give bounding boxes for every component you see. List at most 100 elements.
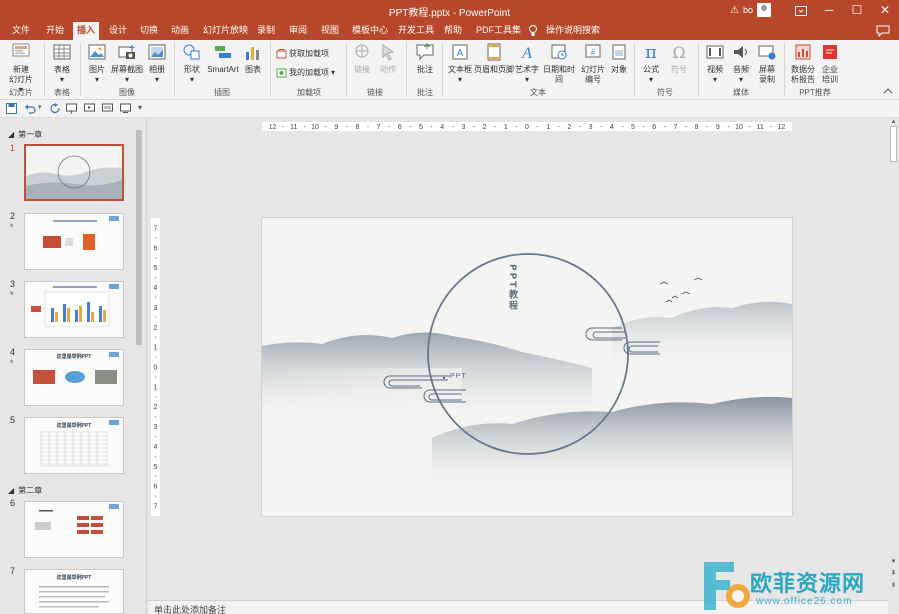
picture-button[interactable]: 图片 ▾ <box>84 42 110 85</box>
slide-thumbnail-3[interactable] <box>24 281 124 338</box>
tab-design[interactable]: 设计 <box>105 22 131 40</box>
data-report-button[interactable]: 数据分 析报告 <box>788 42 818 85</box>
warning-icon[interactable]: ⚠ <box>730 5 739 16</box>
current-slide[interactable]: PPT教程 PPT <box>262 218 792 516</box>
start-slideshow-icon[interactable] <box>66 103 78 115</box>
ribbon-tabs: 文件 开始 插入 设计 切换 动画 幻灯片放映 录制 审阅 视图 模板中心 开发… <box>0 22 899 40</box>
tab-developer[interactable]: 开发工具 <box>394 22 438 40</box>
slide-bullet-label[interactable]: PPT <box>450 373 467 380</box>
customize-qat-icon[interactable]: ▾ <box>138 103 150 115</box>
notes-placeholder[interactable]: 单击此处添加备注 <box>154 605 226 614</box>
undo-icon[interactable] <box>24 103 36 115</box>
minimize-button[interactable]: ─ <box>815 0 843 22</box>
screen-recording-button[interactable]: 屏幕 录制 <box>754 42 780 85</box>
screenshot-button[interactable]: 屏幕截图 ▾ <box>110 42 144 85</box>
tab-view[interactable]: 视图 <box>317 22 343 40</box>
ruler-tick-label: 10 <box>311 124 319 131</box>
scroll-up-arrow-icon[interactable]: ▴ <box>889 118 898 126</box>
slide-number-icon: # <box>585 44 601 58</box>
section-header-chapter2[interactable]: ◢ 第二章 <box>8 485 42 496</box>
tab-insert[interactable]: 插入 <box>73 22 100 40</box>
comments-pane-icon[interactable] <box>872 23 894 39</box>
video-button[interactable]: 视频 ▾ <box>702 42 728 85</box>
album-button[interactable]: 相册 ▾ <box>144 42 170 85</box>
tab-help[interactable]: 帮助 <box>440 22 466 40</box>
section-collapse-icon[interactable]: ◢ <box>8 486 14 495</box>
office26-logo-icon <box>704 562 750 610</box>
date-time-button[interactable]: 日期和时间 <box>540 42 578 85</box>
maximize-button[interactable]: ☐ <box>843 0 871 22</box>
editor-vertical-scrollbar[interactable]: ▴ ▾ ⇞ ⇟ <box>888 118 899 600</box>
vertical-ruler: 7 6 5 4 3 2 1 0 1 2 3 4 5 6 7 <box>151 218 160 516</box>
link-button[interactable]: 链接 <box>350 42 374 75</box>
ruler-tick-label: 1 <box>504 124 508 131</box>
ruler-tick-label: 9 <box>716 124 720 131</box>
get-addins-button[interactable]: 获取加载项 <box>276 48 329 59</box>
lightbulb-icon[interactable] <box>528 24 540 38</box>
screen-icon[interactable] <box>120 103 132 115</box>
close-button[interactable]: ✕ <box>871 0 899 22</box>
section-collapse-icon[interactable]: ◢ <box>8 130 14 139</box>
tab-animations[interactable]: 动画 <box>167 22 193 40</box>
symbol-button[interactable]: Ω 符号 <box>666 42 692 75</box>
slide-thumbnail-7[interactable]: 这里是举例PPT <box>24 569 124 614</box>
ruler-tick-label: 6 <box>154 484 158 491</box>
slide-thumbnail-1[interactable] <box>24 144 124 201</box>
picture-icon <box>88 44 106 60</box>
ruler-tick-label: 7 <box>154 504 158 511</box>
textbox-button[interactable]: A 文本框 ▾ <box>446 42 474 85</box>
training-button[interactable]: 企业 培训 <box>818 42 842 85</box>
undo-dropdown-icon[interactable]: ▾ <box>38 103 44 115</box>
chart-button[interactable]: 图表 <box>240 42 266 75</box>
ruler-tick-label: 5 <box>631 124 635 131</box>
user-name[interactable]: bo <box>743 5 753 15</box>
redo-icon[interactable] <box>50 103 62 115</box>
slide-vertical-title[interactable]: PPT教程 <box>506 264 519 311</box>
group-label-slides: 幻灯片 <box>9 88 33 97</box>
slide-thumbnail-6[interactable] <box>24 501 124 558</box>
ribbon-display-options-icon[interactable] <box>787 0 815 22</box>
object-button[interactable]: 对象 <box>608 42 630 75</box>
tab-slideshow[interactable]: 幻灯片放映 <box>199 22 252 40</box>
thumb-text-lines <box>39 586 109 608</box>
collapse-ribbon-icon[interactable] <box>882 86 894 96</box>
scrollbar-thumb[interactable] <box>890 126 897 162</box>
ruler-tick-label: 1 <box>546 124 550 131</box>
table-icon <box>53 44 71 60</box>
slide-thumbnail-5[interactable]: 这里是举例PPT <box>24 417 124 474</box>
slide-thumbnail-2[interactable] <box>24 213 124 270</box>
ruler-tick-label: 8 <box>355 124 359 131</box>
table-button[interactable]: 表格 ▾ <box>48 42 76 85</box>
slide-number-label-1: 幻灯片 <box>581 65 605 74</box>
from-beginning-icon[interactable] <box>84 103 96 115</box>
tab-review[interactable]: 审阅 <box>285 22 311 40</box>
ruler-tick-label: 12 <box>269 124 277 131</box>
watermark-brand: 欧菲资源网 <box>750 572 866 597</box>
user-area[interactable]: ⚠ bo <box>730 3 771 17</box>
tab-template-center[interactable]: 模板中心 <box>348 22 392 40</box>
shape-button[interactable]: 形状 ▾ <box>178 42 206 85</box>
tab-pdf-tools[interactable]: PDF工具集 <box>472 22 525 40</box>
scrollbar-thumb[interactable] <box>136 130 142 345</box>
section-header-chapter1[interactable]: ◢ 第一章 <box>8 129 42 140</box>
save-icon[interactable] <box>6 103 18 115</box>
smartart-button[interactable]: SmartArt <box>206 42 240 75</box>
header-footer-button[interactable]: 页眉和页脚 <box>474 42 514 75</box>
tab-transitions[interactable]: 切换 <box>136 22 162 40</box>
slides-panel-scrollbar[interactable] <box>134 120 144 610</box>
tab-home[interactable]: 开始 <box>42 22 68 40</box>
thumb-bar-chart <box>31 284 119 327</box>
equation-button[interactable]: π 公式 ▾ <box>638 42 664 85</box>
tab-record[interactable]: 录制 <box>253 22 279 40</box>
tab-file[interactable]: 文件 <box>8 22 34 40</box>
my-addins-button[interactable]: 我的加载项 ▾ <box>276 67 335 78</box>
avatar[interactable] <box>756 3 771 17</box>
wordart-button[interactable]: A 艺术字 ▾ <box>514 42 540 85</box>
tell-me-search[interactable]: 操作说明搜索 <box>542 22 604 40</box>
slide-thumbnail-4[interactable]: 这里是举例PPT <box>24 349 124 406</box>
action-button[interactable]: 动作 <box>376 42 400 75</box>
audio-button[interactable]: 音频 ▾ <box>728 42 754 85</box>
present-icon[interactable] <box>102 103 114 115</box>
slide-number-button[interactable]: # 幻灯片 编号 <box>578 42 608 85</box>
comment-button[interactable]: 批注 <box>412 42 438 75</box>
